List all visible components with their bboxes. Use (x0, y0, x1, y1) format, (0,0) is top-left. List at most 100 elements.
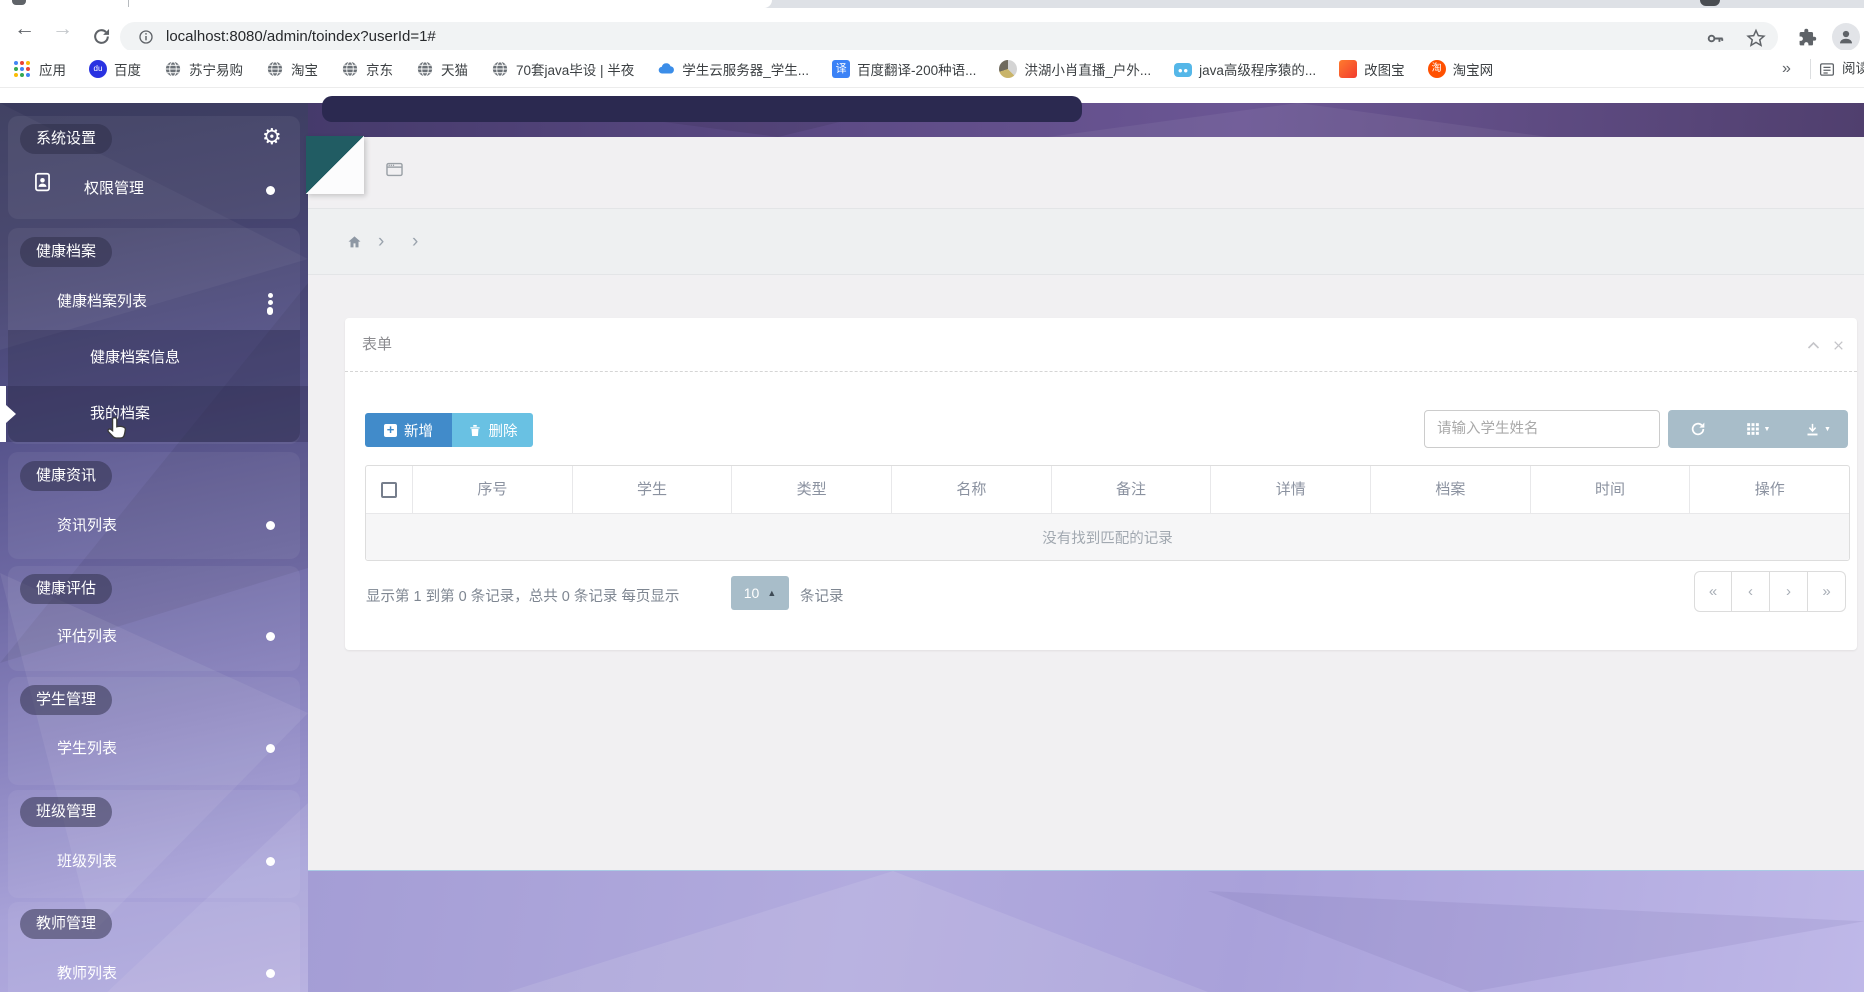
header-cell: 序号 (412, 466, 572, 513)
section-label-system-settings: 系统设置 (20, 124, 113, 154)
sidebar-item-health-archive-info[interactable]: 健康档案信息 (90, 348, 180, 368)
chevron-right-icon: › (378, 231, 385, 252)
section-label-health-assess: 健康评估 (20, 574, 113, 604)
image-tool-icon (1339, 60, 1358, 78)
tv-icon (1174, 63, 1193, 77)
gear-icon[interactable]: ⚙ (262, 124, 282, 150)
sidebar-item-permissions[interactable]: 权限管理 (84, 179, 144, 199)
globe-icon (266, 60, 284, 78)
globe-icon (164, 60, 182, 78)
pagination-summary: 显示第 1 到第 0 条记录，总共 0 条记录 每页显示 (366, 589, 680, 605)
cloud-icon (657, 60, 675, 78)
columns-button[interactable]: ▼ (1728, 410, 1788, 448)
back-icon[interactable]: ← (14, 8, 35, 50)
home-icon[interactable] (346, 234, 363, 250)
page-corner-fold (306, 136, 364, 194)
pager-prev-button[interactable]: ‹ (1732, 571, 1770, 612)
section-label-health-news: 健康资讯 (20, 461, 113, 491)
bookmark-java-projects[interactable]: 70套java毕设 | 半夜 (491, 59, 634, 79)
collapse-icon[interactable] (1806, 338, 1821, 353)
caret-down-icon: ▼ (1763, 425, 1771, 433)
records-table: 序号 学生 类型 名称 备注 详情 档案 时间 操作 没有找到匹配的记录 (365, 465, 1850, 561)
pager: « ‹ › » (1694, 571, 1846, 612)
menu-dot-icon (266, 521, 275, 530)
profile-avatar[interactable] (1832, 23, 1860, 51)
extensions-puzzle-icon[interactable] (1798, 28, 1817, 47)
sidebar-item-news-list[interactable]: 资讯列表 (57, 516, 117, 536)
globe-icon (341, 60, 359, 78)
empty-table-message: 没有找到匹配的记录 (366, 514, 1849, 560)
taobao-icon: 淘 (1427, 60, 1446, 78)
refresh-icon (1690, 421, 1706, 437)
header-dark-bar (322, 96, 1082, 122)
password-key-icon[interactable] (1706, 29, 1725, 48)
bookmark-jd[interactable]: 京东 (341, 59, 393, 79)
bookmarks-divider (1810, 59, 1811, 79)
menu-dot-icon (266, 186, 275, 195)
forward-icon[interactable]: → (52, 8, 73, 50)
bookmark-star-icon[interactable] (1746, 28, 1766, 48)
menu-dot-icon (266, 632, 275, 641)
table-toolbar-group: ▼ ▼ (1668, 410, 1848, 448)
refresh-table-button[interactable] (1668, 410, 1728, 448)
tab-favicon (12, 0, 26, 5)
sidebar: 系统设置 ⚙ 权限管理 健康档案 健康档案列表 健康档案信息 我的档案 健康资讯… (0, 103, 308, 992)
pager-first-button[interactable]: « (1694, 571, 1732, 612)
sidebar-item-assess-list[interactable]: 评估列表 (57, 627, 117, 647)
site-info-icon[interactable] (138, 29, 154, 45)
globe-icon (416, 60, 434, 78)
page-size-dropdown[interactable]: 10 ▲ (731, 576, 789, 610)
bookmark-gaitubao[interactable]: 改图宝 (1339, 59, 1405, 79)
tab-separator (128, 0, 129, 7)
search-input[interactable] (1424, 410, 1660, 448)
bookmark-honghu-live[interactable]: 洪湖小肖直播_户外... (999, 59, 1151, 79)
url-text[interactable]: localhost:8080/admin/toindex?userId=1# (166, 22, 436, 52)
active-tab-bottom[interactable] (0, 0, 772, 8)
refresh-icon[interactable] (92, 27, 111, 46)
header-cell: 详情 (1210, 466, 1370, 513)
bookmark-taobao[interactable]: 淘宝 (266, 59, 318, 79)
reading-list-icon[interactable] (1818, 61, 1836, 78)
expanded-dots-icon (267, 293, 273, 315)
select-all-checkbox[interactable] (381, 481, 397, 498)
header-cell: 名称 (891, 466, 1051, 513)
caret-down-icon: ▼ (1824, 425, 1831, 433)
bookmark-baidu-translate[interactable]: 译 百度翻译-200种语... (832, 59, 976, 79)
id-card-icon (32, 170, 53, 194)
close-icon[interactable] (1832, 338, 1845, 353)
sidebar-item-class-list[interactable]: 班级列表 (57, 852, 117, 872)
bookmark-apps[interactable]: 应用 (14, 59, 66, 79)
globe-icon (491, 60, 509, 78)
panel-title: 表单 (362, 336, 393, 353)
columns-grid-icon (1746, 422, 1760, 436)
section-label-teacher-mgmt: 教师管理 (20, 909, 113, 939)
reading-list-label[interactable]: 阅读清单 (1842, 50, 1864, 88)
apps-grid-icon (14, 61, 32, 77)
header-cell: 时间 (1529, 466, 1690, 513)
bookmark-suning[interactable]: 苏宁易购 (164, 59, 243, 79)
sidebar-item-my-archive[interactable]: 我的档案 (90, 404, 150, 424)
live-stream-icon (999, 60, 1018, 78)
bookmarks-overflow-chevron[interactable]: » (1782, 50, 1791, 88)
window-tab-icon[interactable] (384, 160, 405, 179)
bookmark-tmall[interactable]: 天猫 (416, 59, 468, 79)
sidebar-item-health-archive-list[interactable]: 健康档案列表 (57, 292, 147, 312)
pager-next-button[interactable]: › (1770, 571, 1808, 612)
bookmarks-bar: 应用 du 百度 苏宁易购 淘宝 京东 天猫 70套java毕设 | 半夜 学生… (0, 50, 1864, 88)
delete-button[interactable]: 删除 (452, 413, 533, 447)
pager-last-button[interactable]: » (1808, 571, 1846, 612)
header-cell: 操作 (1689, 466, 1849, 513)
add-button[interactable]: + 新增 (365, 413, 452, 447)
section-label-class-mgmt: 班级管理 (20, 797, 113, 827)
chevron-right-icon: › (412, 231, 419, 252)
sidebar-item-student-list[interactable]: 学生列表 (57, 739, 117, 759)
bookmark-student-cloud[interactable]: 学生云服务器_学生... (657, 59, 809, 79)
menu-dot-icon (266, 744, 275, 753)
header-cell: 类型 (731, 466, 891, 513)
export-button[interactable]: ▼ (1788, 410, 1848, 448)
bookmark-java-programmer[interactable]: java高级程序猿的... (1174, 59, 1316, 79)
bookmark-baidu[interactable]: du 百度 (89, 59, 141, 79)
sidebar-item-teacher-list[interactable]: 教师列表 (57, 964, 117, 984)
download-icon (1805, 422, 1820, 437)
bookmark-taobao-site[interactable]: 淘 淘宝网 (1427, 59, 1493, 79)
